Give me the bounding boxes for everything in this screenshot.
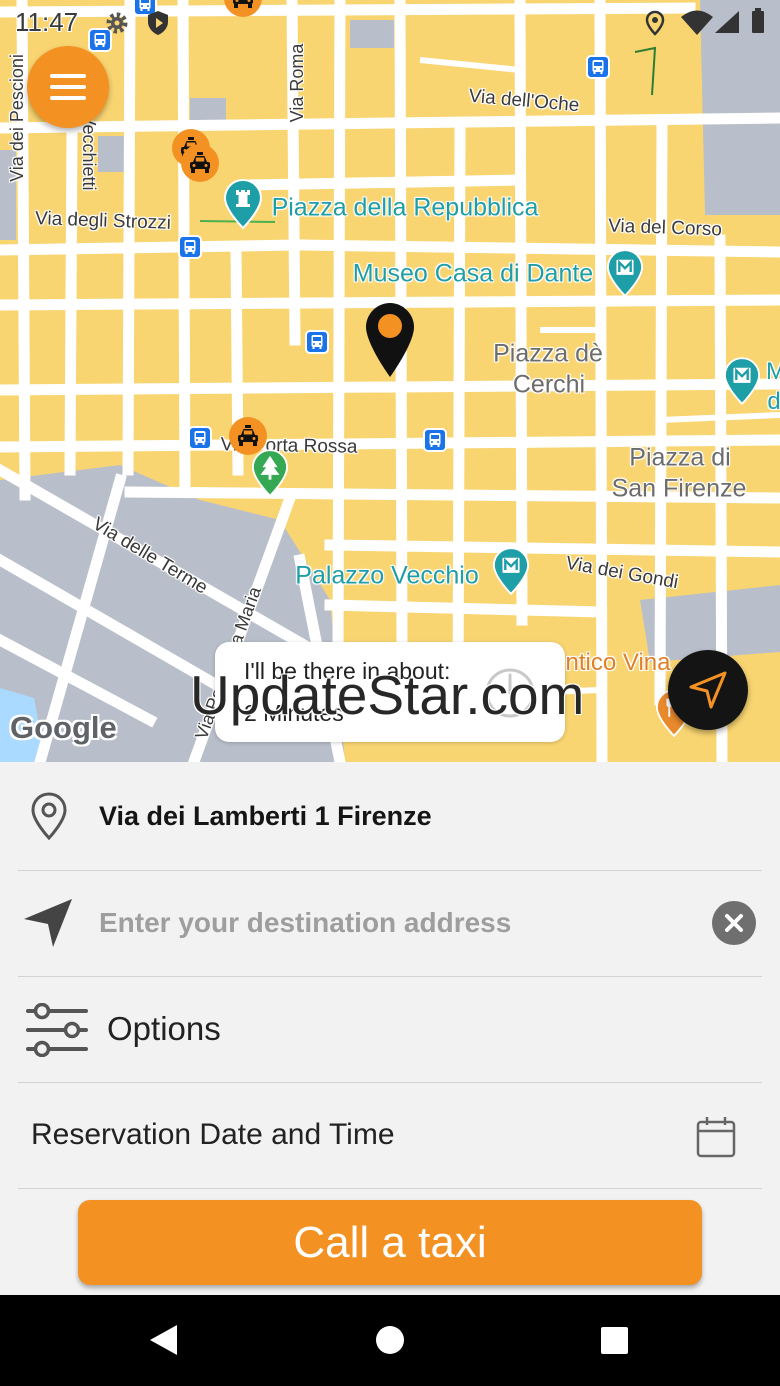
pickup-address: Via dei Lamberti 1 Firenze [99, 801, 432, 831]
pickup-field[interactable]: Via dei Lamberti 1 Firenze [0, 762, 780, 870]
options-row[interactable]: Options [0, 976, 780, 1082]
poi-label: Piazza della Repubblica [271, 193, 539, 222]
street-label: Via del Corso [607, 215, 723, 241]
status-bar: 11:47 [0, 0, 780, 44]
calendar-icon [696, 1116, 736, 1158]
museum-pin-icon [606, 248, 644, 298]
bus-stop-icon [423, 428, 447, 452]
app-screen: Via dei Pescioni Vecchietti Via Roma Via… [0, 0, 780, 1386]
google-logo: Google [10, 710, 117, 745]
museum-pin-icon [492, 546, 530, 596]
options-label: Options [107, 1010, 221, 1047]
street-label: Via Roma [287, 43, 307, 123]
navigation-arrow-icon [22, 897, 74, 949]
locate-me-button[interactable] [668, 650, 748, 730]
eta-value: 2 Minutes [244, 700, 344, 726]
back-icon[interactable] [149, 1324, 179, 1356]
sliders-icon [25, 1002, 89, 1058]
bus-stop-icon [178, 235, 202, 259]
eta-title: I'll be there in about: [244, 658, 451, 684]
square-label: Piazza di [629, 443, 731, 472]
poi-label: M [766, 358, 780, 385]
square-label: San Firenze [611, 474, 747, 503]
clear-icon [725, 914, 743, 932]
menu-button[interactable] [27, 46, 109, 128]
divider [18, 1188, 762, 1189]
shield-icon [146, 10, 170, 36]
map-view[interactable]: Via dei Pescioni Vecchietti Via Roma Via… [0, 0, 780, 762]
clock-icon [483, 666, 537, 720]
taxi-icon [180, 143, 220, 183]
poi-label: Palazzo Vecchio [295, 561, 479, 590]
reservation-row[interactable]: Reservation Date and Time [0, 1082, 780, 1188]
navigation-arrow-icon [689, 671, 727, 709]
bus-stop-icon [188, 426, 212, 450]
street-label: Via dei Pescioni [7, 54, 27, 182]
street-label: Via degli Strozzi [34, 208, 172, 234]
status-time: 11:47 [15, 7, 79, 37]
recents-icon[interactable] [601, 1327, 628, 1354]
poi-label: ntico Vina [565, 649, 671, 676]
reservation-label: Reservation Date and Time [31, 1118, 395, 1151]
location-pin-icon [30, 791, 68, 841]
call-taxi-label: Call a taxi [293, 1218, 487, 1267]
battery-icon [751, 8, 765, 34]
poi-label: d [767, 388, 780, 415]
taxi-icon [228, 416, 268, 456]
bus-stop-icon [586, 55, 610, 79]
location-icon [645, 10, 665, 36]
system-nav-bar [0, 1295, 780, 1386]
bus-stop-icon [305, 330, 329, 354]
wifi-icon [680, 10, 714, 36]
square-label: Cerchi [512, 370, 586, 399]
home-icon[interactable] [376, 1326, 404, 1354]
gear-icon [104, 10, 130, 36]
square-label: Piazza dè [493, 339, 603, 368]
call-taxi-button[interactable]: Call a taxi [78, 1200, 702, 1285]
landmark-pin-icon [223, 178, 263, 230]
destination-row [0, 870, 780, 976]
pickup-marker-icon [365, 302, 415, 378]
signal-icon [714, 10, 740, 34]
clear-destination-button[interactable] [712, 901, 756, 945]
destination-input[interactable] [99, 893, 694, 953]
eta-bubble: I'll be there in about: 2 Minutes [215, 642, 565, 742]
museum-pin-icon [723, 356, 761, 406]
poi-label: Museo Casa di Dante [352, 259, 594, 288]
